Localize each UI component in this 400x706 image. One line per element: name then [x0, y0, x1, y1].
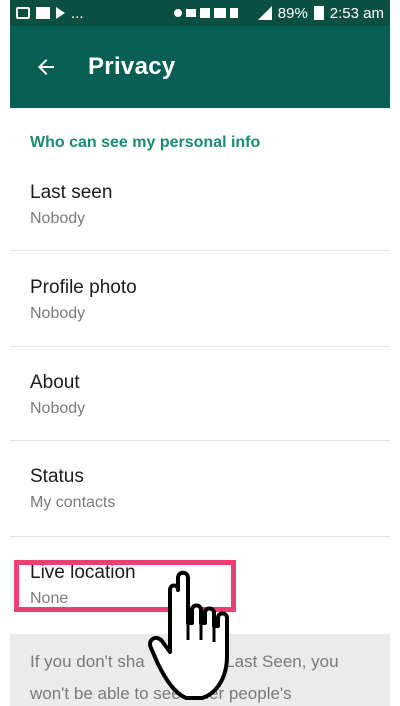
- mail-icon: [36, 7, 50, 19]
- signal-icon: [257, 6, 272, 20]
- item-label: About: [30, 372, 80, 393]
- status-icons: [173, 8, 238, 18]
- footer-line1-end: r Last Seen, you: [214, 652, 339, 671]
- item-label: Last seen: [30, 182, 113, 203]
- bluetooth-icon: [173, 9, 182, 17]
- item-value: Nobody: [30, 305, 86, 322]
- play-icon: [56, 7, 65, 19]
- section-header: Who can see my personal info: [30, 134, 261, 151]
- status-bar: ... 89% 2:53 am: [10, 0, 390, 26]
- privacy-item-live-location[interactable]: Live location None: [10, 536, 390, 634]
- app-bar: Privacy: [10, 26, 390, 108]
- item-label: Live location: [30, 562, 136, 583]
- status-left: ...: [16, 5, 84, 22]
- item-value: My contacts: [30, 494, 116, 511]
- status-time: 2:53 am: [329, 4, 384, 22]
- item-value: Nobody: [30, 400, 86, 417]
- picture-icon: [16, 7, 30, 19]
- back-button[interactable]: [26, 47, 66, 87]
- privacy-item-status[interactable]: Status My contacts: [10, 440, 390, 537]
- battery-icon: [313, 6, 324, 20]
- mute-icon: [185, 9, 196, 17]
- privacy-item-last-seen[interactable]: Last seen Nobody: [10, 170, 390, 251]
- item-value: Nobody: [30, 210, 86, 227]
- privacy-item-about[interactable]: About Nobody: [10, 346, 390, 441]
- item-value: None: [30, 590, 69, 607]
- volte-icon: [213, 8, 226, 18]
- item-label: Status: [30, 466, 84, 487]
- footer-text: If you don't sha r Last Seen, you won't b…: [30, 646, 380, 706]
- item-label: Profile photo: [30, 277, 137, 298]
- page-title: Privacy: [88, 53, 176, 80]
- arrow-left-icon: [38, 59, 54, 75]
- phone-screen: ... 89% 2:53 am Privacy Who can see my p…: [10, 0, 390, 706]
- footer-line1: If you don't sha: [30, 652, 145, 671]
- battery-percent: 89%: [277, 4, 308, 22]
- alarm-icon: [199, 8, 210, 18]
- footer-line2: won't be able to see other people's: [30, 684, 292, 703]
- status-ellipsis: ...: [71, 4, 84, 22]
- status-right: 89% 2:53 am: [172, 5, 384, 22]
- 4g-icon: [229, 8, 238, 18]
- footer-info: If you don't sha r Last Seen, you won't b…: [10, 634, 390, 706]
- privacy-item-profile-photo[interactable]: Profile photo Nobody: [10, 250, 390, 347]
